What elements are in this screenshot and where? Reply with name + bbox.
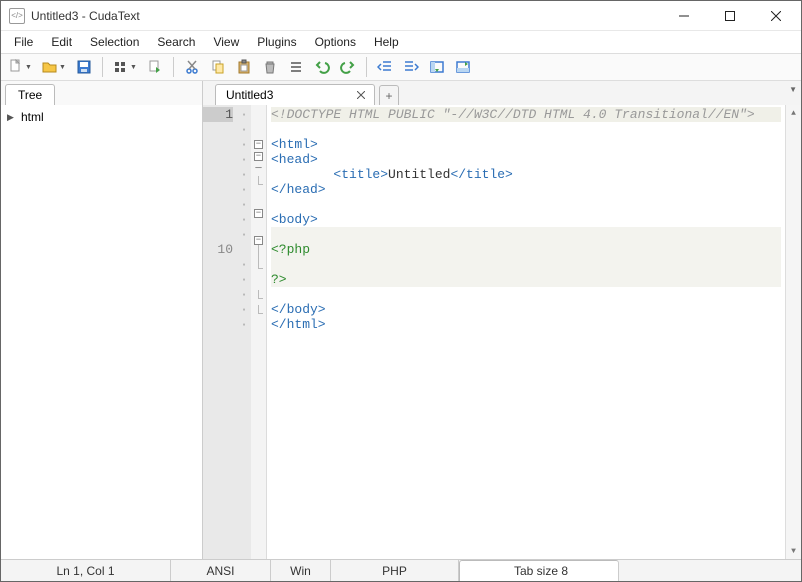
status-tabsize[interactable]: Tab size 8	[459, 560, 619, 581]
window-title: Untitled3 - CudaText	[31, 9, 140, 23]
new-file-button[interactable]: ▼	[5, 56, 35, 78]
fold-toggle-icon[interactable]: −	[254, 209, 263, 218]
fold-toggle-icon[interactable]: −	[254, 140, 263, 149]
scroll-up-icon[interactable]: ▲	[786, 105, 801, 121]
editor-tab-strip: Untitled3 + ▼	[203, 81, 801, 105]
minimize-button[interactable]	[661, 1, 707, 31]
status-encoding[interactable]: ANSI	[171, 560, 271, 581]
sidebar-tab-strip: Tree	[1, 81, 202, 105]
tab-add-button[interactable]: +	[379, 85, 399, 105]
menu-view[interactable]: View	[204, 32, 248, 52]
main-area: Tree ▶ html Untitled3 + ▼ 1	[1, 81, 801, 559]
tab-close-button[interactable]	[354, 88, 368, 102]
indent-button[interactable]	[400, 56, 422, 78]
gutter-line-numbers: 1 10	[203, 105, 237, 559]
app-icon: </>	[9, 8, 25, 24]
tab-label: Untitled3	[226, 88, 273, 102]
status-eol[interactable]: Win	[271, 560, 331, 581]
gutter-fold[interactable]: − − − − −	[251, 105, 267, 559]
fold-toggle-icon[interactable]: −	[254, 236, 263, 245]
paste-button[interactable]	[233, 56, 255, 78]
tree-item-html[interactable]: ▶ html	[7, 109, 196, 125]
show-panel-button[interactable]	[426, 56, 448, 78]
save-button[interactable]	[73, 56, 95, 78]
copy-button[interactable]	[207, 56, 229, 78]
tree-toggle-icon[interactable]: ▶	[7, 112, 17, 123]
toolbar: ▼ ▼ ▼	[1, 53, 801, 81]
vertical-scrollbar[interactable]: ▲ ▼	[785, 105, 801, 559]
menu-file[interactable]: File	[5, 32, 42, 52]
menu-bar: File Edit Selection Search View Plugins …	[1, 31, 801, 53]
recent-button[interactable]: ▼	[110, 56, 140, 78]
reopen-button[interactable]	[144, 56, 166, 78]
menu-edit[interactable]: Edit	[42, 32, 81, 52]
delete-button[interactable]	[259, 56, 281, 78]
menu-search[interactable]: Search	[148, 32, 204, 52]
close-button[interactable]	[753, 1, 799, 31]
fold-toggle-icon[interactable]: −	[254, 152, 263, 161]
select-all-button[interactable]	[285, 56, 307, 78]
title-bar: </> Untitled3 - CudaText	[1, 1, 801, 31]
code-editor[interactable]: 1 10 ······· ·· ····· − − −	[203, 105, 801, 559]
code-body[interactable]: <!DOCTYPE HTML PUBLIC "-//W3C//DTD HTML …	[267, 105, 785, 559]
tree-item-label: html	[21, 110, 44, 124]
editor-tab-active[interactable]: Untitled3	[215, 84, 375, 105]
status-position[interactable]: Ln 1, Col 1	[1, 560, 171, 581]
scroll-down-icon[interactable]: ▼	[786, 543, 801, 559]
tree-view[interactable]: ▶ html	[1, 105, 202, 559]
open-file-button[interactable]: ▼	[39, 56, 69, 78]
menu-plugins[interactable]: Plugins	[248, 32, 305, 52]
menu-help[interactable]: Help	[365, 32, 408, 52]
sidebar-tab-tree[interactable]: Tree	[5, 84, 55, 105]
cut-button[interactable]	[181, 56, 203, 78]
tab-overflow-icon[interactable]: ▼	[789, 85, 797, 94]
redo-button[interactable]	[337, 56, 359, 78]
editor-pane: Untitled3 + ▼ 1 10 ·····	[203, 81, 801, 559]
menu-selection[interactable]: Selection	[81, 32, 148, 52]
show-side-button[interactable]	[452, 56, 474, 78]
status-bar: Ln 1, Col 1 ANSI Win PHP Tab size 8	[1, 559, 801, 581]
undo-button[interactable]	[311, 56, 333, 78]
sidebar: Tree ▶ html	[1, 81, 203, 559]
unindent-button[interactable]	[374, 56, 396, 78]
gutter-marks: ······· ·· ·····	[237, 105, 251, 559]
menu-options[interactable]: Options	[306, 32, 365, 52]
status-language[interactable]: PHP	[331, 560, 459, 581]
maximize-button[interactable]	[707, 1, 753, 31]
